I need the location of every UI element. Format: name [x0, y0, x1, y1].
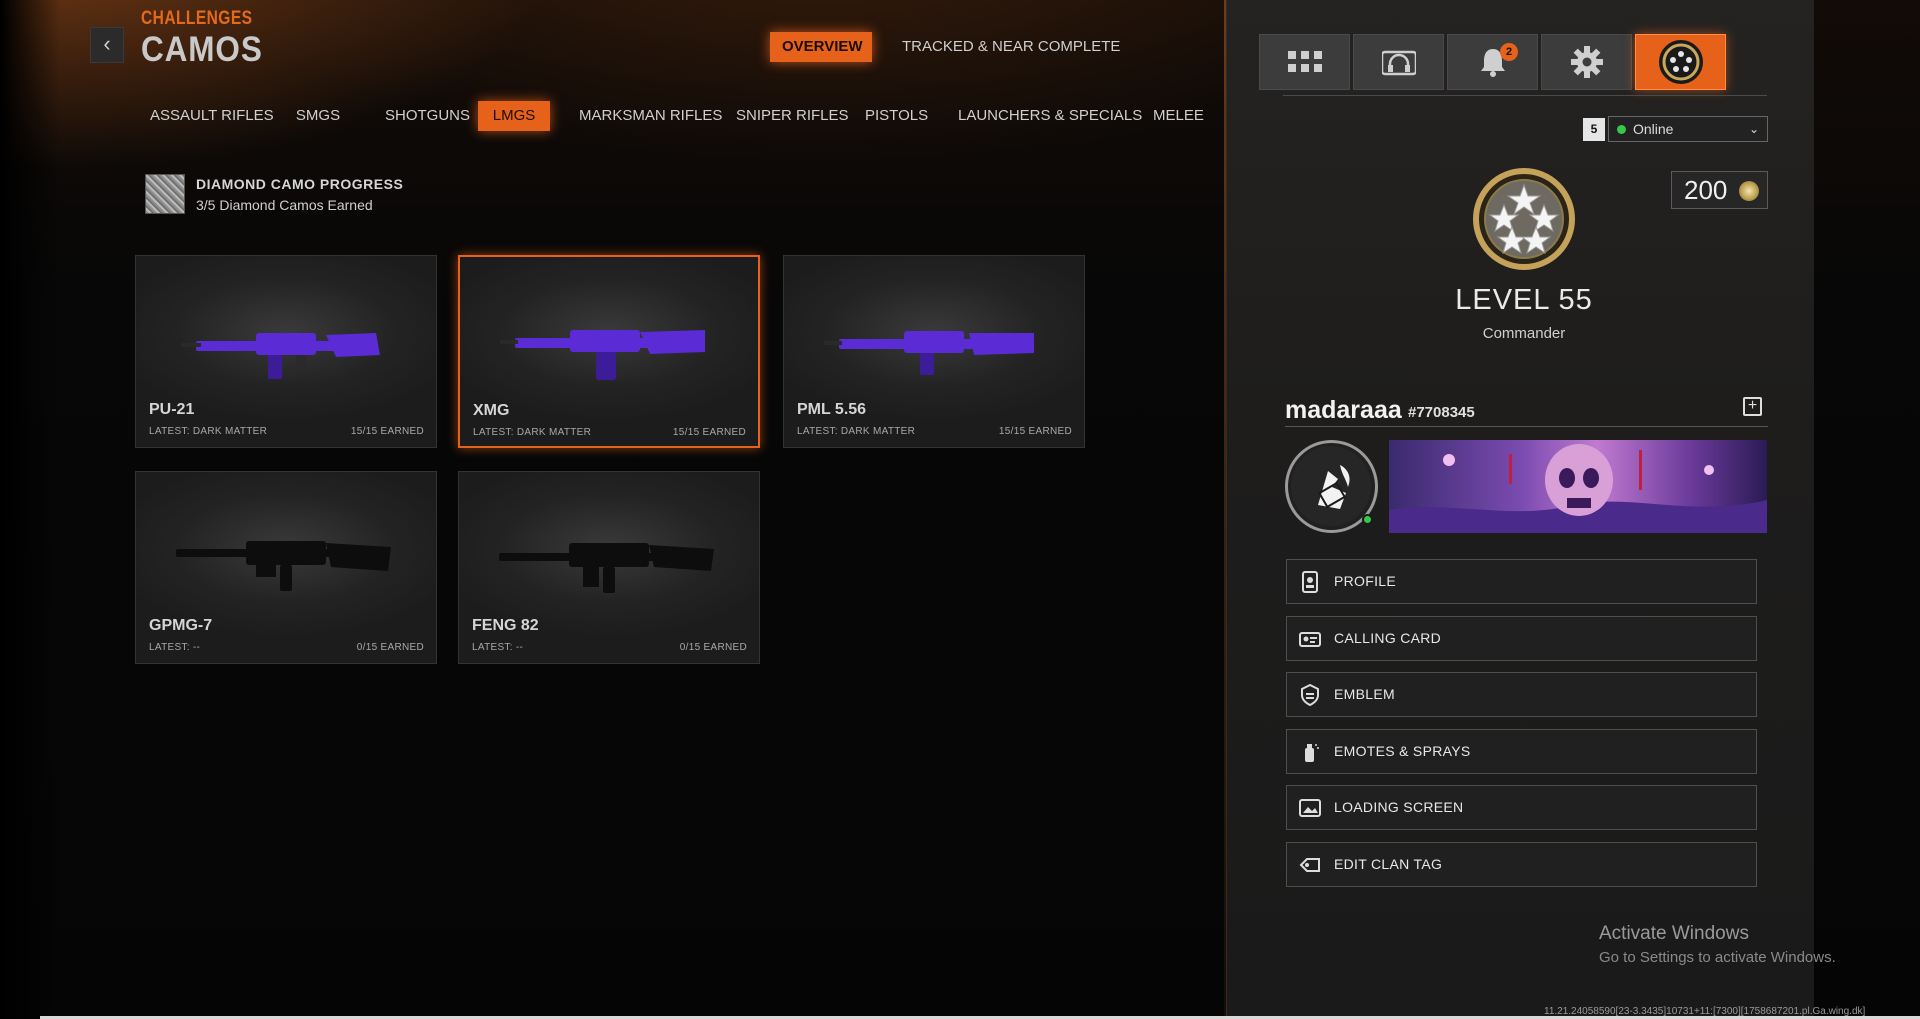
- add-friend-button[interactable]: +: [1743, 397, 1762, 416]
- tab-launchers-specials[interactable]: LAUNCHERS & SPECIALS: [958, 101, 1142, 131]
- settings-button[interactable]: [1541, 34, 1632, 90]
- menu-label: EMOTES & SPRAYS: [1334, 743, 1471, 759]
- menu-label: CALLING CARD: [1334, 630, 1442, 646]
- emblem-button[interactable]: EMBLEM: [1286, 672, 1757, 717]
- name-divider: [1285, 426, 1768, 427]
- weapon-latest-camo: LATEST: --: [149, 642, 201, 653]
- breadcrumb: CHALLENGES: [141, 8, 253, 29]
- online-indicator: [1362, 514, 1373, 525]
- emotes-sprays-button[interactable]: EMOTES & SPRAYS: [1286, 729, 1757, 774]
- weapon-name: XMG: [473, 402, 510, 419]
- weapon-name: PU-21: [149, 401, 195, 418]
- online-status-dropdown[interactable]: Online ⌄: [1608, 116, 1768, 142]
- grid-icon: [1287, 51, 1322, 72]
- weapon-card-gpmg-7[interactable]: GPMG-7 LATEST: -- 0/15 EARNED: [135, 471, 437, 664]
- tab-lmgs[interactable]: LMGS: [478, 101, 550, 131]
- weapon-earned-count: 15/15 EARNED: [672, 427, 746, 438]
- party-size-badge: 5: [1583, 118, 1605, 141]
- weapon-category-tabs: ASSAULT RIFLES SMGS SHOTGUNS LMGS MARKSM…: [140, 101, 1210, 131]
- tab-shotguns[interactable]: SHOTGUNS: [385, 101, 470, 131]
- weapon-image: [500, 330, 705, 380]
- gear-icon: [1570, 46, 1603, 78]
- loading-screen-button[interactable]: LOADING SCREEN: [1286, 785, 1757, 830]
- menu-label: PROFILE: [1334, 573, 1397, 589]
- menu-label: EMBLEM: [1334, 686, 1395, 702]
- weapon-latest-camo: LATEST: DARK MATTER: [149, 426, 268, 437]
- tab-melee[interactable]: MELEE: [1153, 101, 1204, 131]
- notification-badge: 2: [1500, 43, 1518, 61]
- rank-badge-icon: [1658, 40, 1703, 84]
- weapon-name: FENG 82: [472, 617, 539, 634]
- panel-divider: [1283, 95, 1767, 96]
- profile-button[interactable]: PROFILE: [1286, 559, 1757, 604]
- weapon-earned-count: 15/15 EARNED: [350, 426, 424, 437]
- social-button[interactable]: [1353, 34, 1444, 90]
- diamond-progress-count: 3/5 Diamond Camos Earned: [196, 197, 373, 213]
- player-rank-button[interactable]: [1635, 34, 1726, 90]
- weapon-latest-camo: LATEST: DARK MATTER: [473, 427, 592, 438]
- weapon-card-pml-556[interactable]: PML 5.56 LATEST: DARK MATTER 15/15 EARNE…: [783, 255, 1085, 448]
- tab-smgs[interactable]: SMGS: [292, 101, 344, 131]
- weapon-earned-count: 0/15 EARNED: [679, 642, 747, 653]
- currency-display: 200: [1671, 171, 1768, 209]
- weapon-earned-count: 0/15 EARNED: [356, 642, 424, 653]
- tab-pistols[interactable]: PISTOLS: [865, 101, 928, 131]
- notifications-button[interactable]: [1447, 34, 1538, 90]
- weapon-card-xmg[interactable]: XMG LATEST: DARK MATTER 15/15 EARNED: [458, 255, 760, 448]
- calling-card-button[interactable]: CALLING CARD: [1286, 616, 1757, 661]
- calling-card-banner[interactable]: [1389, 440, 1767, 533]
- tab-overview[interactable]: OVERVIEW: [770, 32, 872, 62]
- weapon-latest-camo: LATEST: DARK MATTER: [797, 426, 916, 437]
- tab-assault-rifles[interactable]: ASSAULT RIFLES: [150, 101, 274, 131]
- page-title: CAMOS: [141, 30, 263, 69]
- player-level: LEVEL 55: [1455, 284, 1593, 316]
- weapon-image: [176, 541, 391, 591]
- edit-clan-tag-button[interactable]: EDIT CLAN TAG: [1286, 842, 1757, 887]
- weapon-card-feng-82[interactable]: FENG 82 LATEST: -- 0/15 EARNED: [458, 471, 760, 664]
- coin-icon: [1739, 181, 1759, 201]
- loading-screen-icon: [1299, 799, 1321, 817]
- weapon-name: PML 5.56: [797, 401, 867, 418]
- emblem-icon: [1301, 684, 1319, 706]
- status-value: Online: [1633, 121, 1674, 137]
- profile-icon: [1302, 571, 1318, 593]
- chevron-left-icon: ‹: [103, 31, 111, 56]
- activate-windows-title: Activate Windows: [1599, 923, 1749, 944]
- currency-amount: 200: [1684, 175, 1728, 205]
- left-vignette: [0, 0, 60, 1019]
- weapon-latest-camo: LATEST: --: [472, 642, 524, 653]
- player-tag: #7708345: [1408, 404, 1475, 421]
- menu-grid-button[interactable]: [1259, 34, 1350, 90]
- plus-icon: +: [1747, 397, 1758, 414]
- diamond-camo-thumbnail: [145, 174, 185, 214]
- spray-icon: [1305, 744, 1319, 762]
- tab-tracked-near-complete[interactable]: TRACKED & NEAR COMPLETE: [890, 32, 1132, 62]
- weapon-earned-count: 15/15 EARNED: [998, 426, 1072, 437]
- weapon-image: [181, 333, 380, 379]
- clan-tag-icon: [1299, 858, 1320, 872]
- weapon-image: [824, 331, 1034, 375]
- weapon-image: [499, 543, 714, 593]
- diamond-progress-title: DIAMOND CAMO PROGRESS: [196, 176, 404, 192]
- weapon-card-pu-21[interactable]: PU-21 LATEST: DARK MATTER 15/15 EARNED: [135, 255, 437, 448]
- activate-windows-subtitle: Go to Settings to activate Windows.: [1599, 949, 1836, 966]
- menu-label: EDIT CLAN TAG: [1334, 856, 1443, 872]
- player-name: madaraaa: [1285, 396, 1402, 424]
- rank-emblem-icon: [1473, 168, 1575, 270]
- tab-marksman-rifles[interactable]: MARKSMAN RIFLES: [579, 101, 722, 131]
- calling-card-icon: [1299, 632, 1321, 647]
- back-button[interactable]: ‹: [90, 27, 124, 63]
- menu-label: LOADING SCREEN: [1334, 799, 1464, 815]
- calling-card-image: [1389, 444, 1767, 533]
- player-rank-title: Commander: [1482, 325, 1566, 342]
- headset-icon: [1381, 50, 1416, 76]
- chevron-down-icon: ⌄: [1748, 122, 1759, 136]
- tab-sniper-rifles[interactable]: SNIPER RIFLES: [736, 101, 849, 131]
- online-dot-icon: [1617, 125, 1626, 134]
- weapon-name: GPMG-7: [149, 617, 213, 634]
